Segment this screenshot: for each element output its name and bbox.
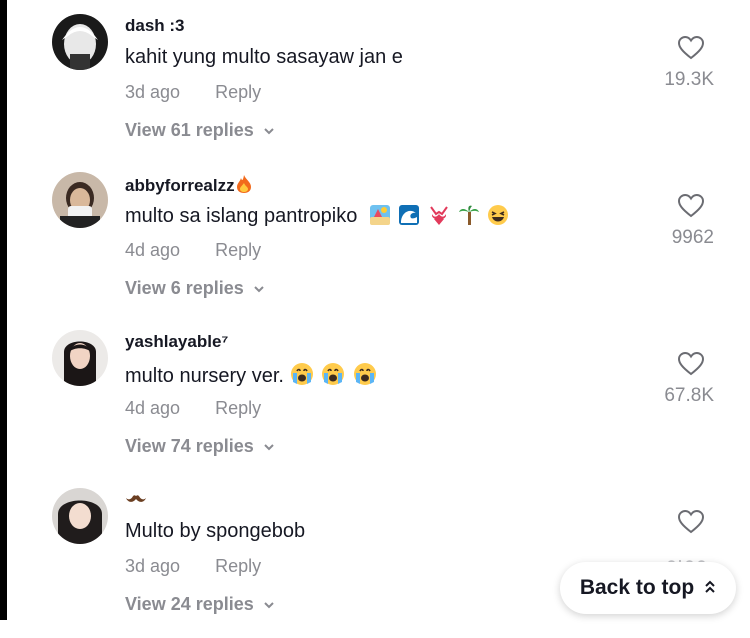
back-to-top-button[interactable]: Back to top	[560, 562, 736, 614]
comment-meta: 3d ago Reply	[125, 556, 261, 577]
back-to-top-label: Back to top	[579, 576, 695, 599]
comment-text-content: multo sa islang pantropiko	[125, 205, 358, 227]
reply-button[interactable]: Reply	[215, 398, 261, 418]
crying-emoji	[321, 362, 345, 386]
comment-username[interactable]: abbyforrealzz	[125, 174, 252, 199]
comment-text: kahit yung multo sasayaw jan e	[125, 46, 403, 68]
comment-item: dash :3 kahit yung multo sasayaw jan e 3…	[52, 14, 732, 164]
view-replies-button[interactable]: View 74 replies	[125, 436, 275, 458]
comment-meta: 4d ago Reply	[125, 398, 261, 419]
heart-icon[interactable]	[677, 509, 705, 539]
comment-text: Multo by spongebob	[125, 520, 306, 542]
comment-username[interactable]: dash :3	[125, 16, 185, 36]
mustache-emoji	[125, 490, 147, 510]
like-count: 67.8K	[664, 385, 714, 406]
comment-username-text: abbyforrealzz	[125, 176, 235, 195]
comment-text-content: multo nursery ver.	[125, 365, 284, 387]
avatar[interactable]	[52, 172, 108, 228]
chevron-down-icon	[263, 437, 275, 458]
view-replies-label: View 74 replies	[125, 436, 254, 456]
comment-username[interactable]	[125, 490, 147, 510]
palm-tree-emoji	[458, 204, 480, 226]
comment-item: yashlayable⁷ multo nursery ver. 4d ago R…	[52, 330, 732, 480]
avatar[interactable]	[52, 488, 108, 544]
view-replies-button[interactable]: View 6 replies	[125, 278, 265, 300]
comment-item: abbyforrealzz multo sa islang pantropiko…	[52, 172, 732, 322]
left-edge-border	[0, 0, 7, 620]
heart-icon[interactable]	[677, 351, 705, 381]
like-count: 19.3K	[664, 69, 714, 90]
reply-button[interactable]: Reply	[215, 82, 261, 102]
emoji-row	[284, 362, 379, 387]
comment-username[interactable]: yashlayable⁷	[125, 332, 228, 352]
view-replies-button[interactable]: View 61 replies	[125, 120, 275, 142]
laughing-emoji	[487, 204, 509, 226]
comment-time: 4d ago	[125, 398, 181, 418]
like-count: 9962	[671, 227, 714, 248]
comment-text: multo nursery ver.	[125, 362, 379, 388]
emoji-row	[369, 205, 511, 227]
crying-emoji	[353, 362, 377, 386]
comment-time: 3d ago	[125, 82, 181, 102]
fire-emoji	[236, 174, 252, 199]
double-chevron-up-icon	[704, 576, 716, 600]
reply-button[interactable]: Reply	[215, 556, 261, 576]
avatar[interactable]	[52, 330, 108, 386]
crying-emoji	[290, 362, 314, 386]
like-area: 19.3K	[634, 35, 714, 91]
heart-icon[interactable]	[677, 193, 705, 223]
comment-meta: 3d ago Reply	[125, 82, 261, 103]
view-replies-label: View 24 replies	[125, 594, 254, 614]
beach-emoji	[369, 204, 391, 226]
chevron-down-icon	[253, 279, 265, 300]
view-replies-button[interactable]: View 24 replies	[125, 594, 275, 616]
comment-meta: 4d ago Reply	[125, 240, 261, 261]
wave-emoji	[398, 204, 420, 226]
like-area	[634, 509, 714, 539]
comment-text: multo sa islang pantropiko	[125, 204, 511, 228]
chevron-down-icon	[263, 595, 275, 616]
comment-time: 3d ago	[125, 556, 181, 576]
view-replies-label: View 6 replies	[125, 278, 244, 298]
like-area: 67.8K	[634, 351, 714, 407]
heart-icon[interactable]	[677, 35, 705, 65]
avatar[interactable]	[52, 14, 108, 70]
chevron-down-icon	[263, 121, 275, 142]
view-replies-label: View 61 replies	[125, 120, 254, 140]
comment-time: 4d ago	[125, 240, 181, 260]
like-area: 9962	[634, 193, 714, 249]
reply-button[interactable]: Reply	[215, 240, 261, 260]
bikini-emoji	[428, 204, 450, 226]
